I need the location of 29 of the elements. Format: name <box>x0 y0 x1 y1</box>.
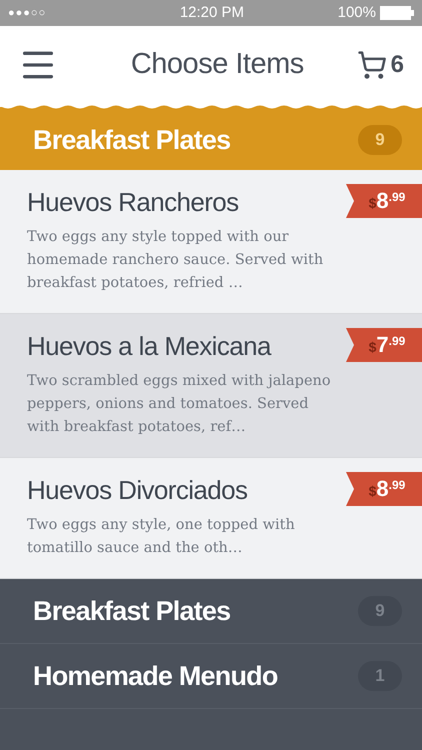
category-title: Breakfast Plates <box>33 594 230 628</box>
battery-icon <box>380 6 414 20</box>
battery-percent: 100% <box>338 2 376 23</box>
price-cents: .99 <box>388 477 406 494</box>
signal-strength: ●●●○○ <box>8 6 46 21</box>
item-name: Huevos Rancheros <box>27 186 239 219</box>
item-description: Two scrambled eggs mixed with jalapeno peppers, onions and tomatoes. Served with breakfast potatoes, ref… <box>27 372 332 437</box>
price-dollars: 8 <box>376 187 389 215</box>
item-description: Two eggs any style, one topped with tomatillo sauce and the oth… <box>27 516 296 558</box>
item-name: Huevos Divorciados <box>27 474 248 507</box>
price-dollars: 8 <box>376 475 389 503</box>
category-title: Homemade Menudo <box>33 660 278 693</box>
count-badge: 9 <box>358 596 402 626</box>
price-dollars: 7 <box>376 331 389 359</box>
currency-symbol: $ <box>368 338 376 357</box>
count-badge: 1 <box>358 661 402 691</box>
count-badge: 9 <box>358 125 402 155</box>
currency-symbol: $ <box>368 482 376 501</box>
price-cents: .99 <box>388 333 406 350</box>
item-name: Huevos a la Mexicana <box>27 330 271 363</box>
status-time: 12:20 PM <box>180 2 244 23</box>
currency-symbol: $ <box>368 194 376 213</box>
category-title: Breakfast Plates <box>33 124 230 157</box>
cart-button[interactable]: 6 <box>356 47 404 83</box>
category-row[interactable]: Homemade Menudo 1 <box>0 644 422 709</box>
item-description: Two eggs any style topped with our homemade ranchero sauce. Served with breakfast potatoes, refried … <box>27 228 324 293</box>
page-title: Choose Items <box>130 47 304 82</box>
category-row[interactable]: Breakfast Plates 9 <box>0 579 422 644</box>
price-cents: .99 <box>388 189 406 206</box>
